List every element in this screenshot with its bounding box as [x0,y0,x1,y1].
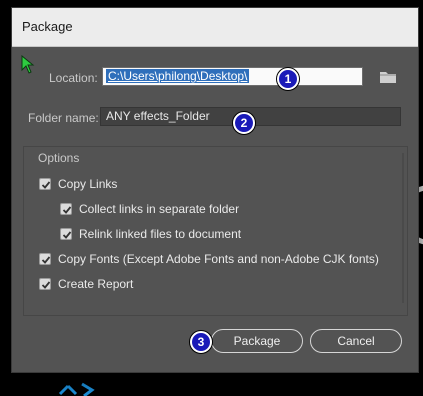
folder-name-value: ANY effects_Folder [106,109,210,123]
annotation-badge-1: 1 [277,68,299,90]
package-dialog: Package Location: C:\Users\philong\Deskt… [12,8,418,372]
location-input[interactable]: C:\Users\philong\Desktop\ [102,67,363,86]
copy-fonts-label: Copy Fonts (Except Adobe Fonts and non-A… [58,252,379,266]
cancel-button[interactable]: Cancel [310,329,402,353]
checkmark-icon [62,231,72,239]
create-report-option[interactable]: Create Report [39,276,133,292]
package-button[interactable]: Package [211,329,303,353]
checkmark-icon [41,281,51,289]
copy-fonts-checkbox[interactable] [39,253,51,265]
checkmark-icon [62,206,72,214]
location-value: C:\Users\philong\Desktop\ [106,69,250,83]
collect-links-option[interactable]: Collect links in separate folder [60,201,239,217]
relink-files-option[interactable]: Relink linked files to document [60,226,241,242]
background-arrow-shape [58,382,95,396]
checkmark-icon [41,181,51,189]
collect-links-checkbox[interactable] [60,203,72,215]
create-report-label: Create Report [58,277,134,291]
copy-links-option[interactable]: Copy Links [39,176,117,192]
collect-links-label: Collect links in separate folder [79,202,240,216]
relink-files-label: Relink linked files to document [79,227,242,241]
dialog-title: Package [22,19,73,34]
screen: Package Location: C:\Users\philong\Deskt… [0,0,423,396]
options-heading: Options [38,151,80,165]
location-label: Location: [49,71,98,85]
folder-icon[interactable] [377,68,399,86]
options-scrollbar[interactable] [402,153,404,303]
relink-files-checkbox[interactable] [60,228,72,240]
checkmark-icon [41,256,51,264]
copy-fonts-option[interactable]: Copy Fonts (Except Adobe Fonts and non-A… [39,251,379,267]
create-report-checkbox[interactable] [39,278,51,290]
folder-name-label: Folder name: [28,111,99,125]
copy-links-checkbox[interactable] [39,178,51,190]
mouse-pointer-icon [21,55,35,74]
annotation-badge-2: 2 [233,112,255,134]
annotation-badge-3: 3 [190,331,212,353]
copy-links-label: Copy Links [58,177,118,191]
dialog-title-bar: Package [12,8,418,47]
